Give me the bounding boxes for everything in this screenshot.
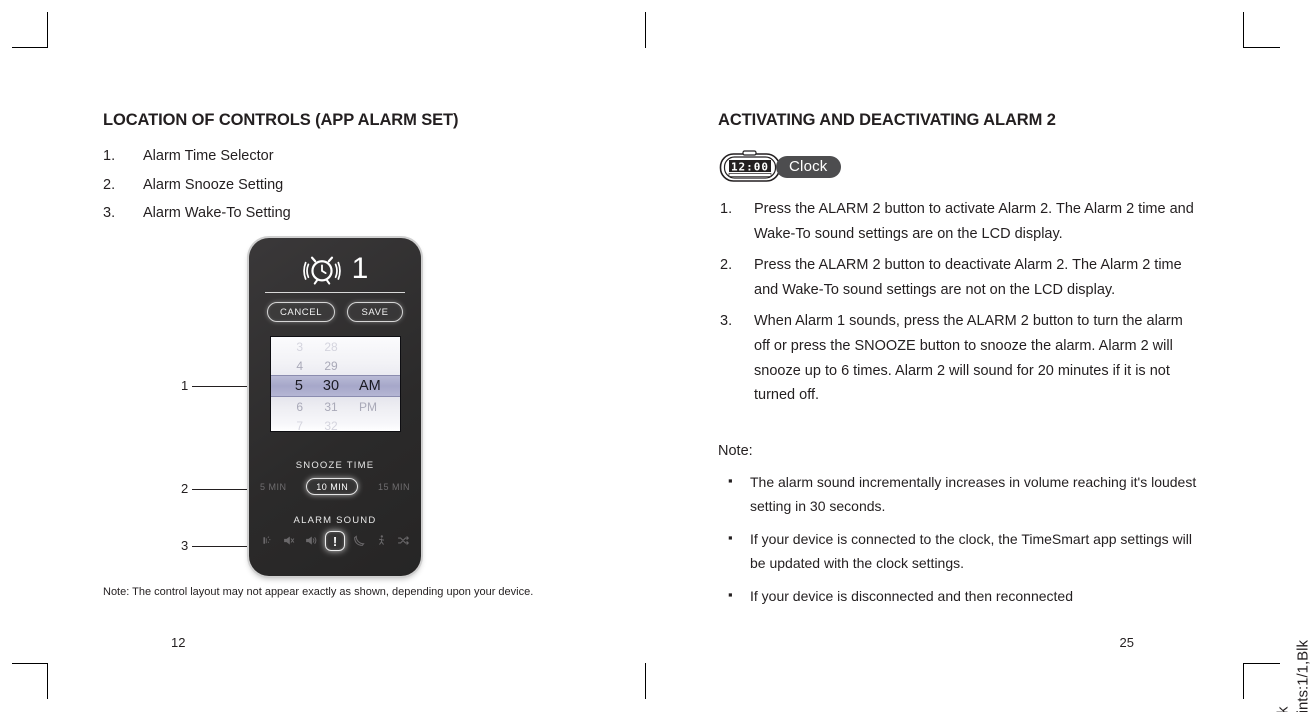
clock-badge-label: Clock bbox=[776, 156, 841, 178]
picker-meridiem: AM bbox=[359, 378, 381, 394]
print-spec-line-1: 897153 TimeSmart Alarm Clock bbox=[1273, 640, 1293, 712]
list-item: 3. When Alarm 1 sounds, press the ALARM … bbox=[718, 309, 1196, 407]
snooze-options: 5 MIN 10 MIN 15 MIN bbox=[249, 478, 421, 495]
snooze-option-10min-selected[interactable]: 10 MIN bbox=[306, 478, 359, 495]
list-item: ▪ If your device is connected to the clo… bbox=[728, 527, 1210, 575]
alarm-sound-options: ! bbox=[249, 531, 421, 551]
cancel-button[interactable]: CANCEL bbox=[266, 302, 336, 322]
alarm-time-picker[interactable]: 3 28 4 29 5 30 AM 6 31 PM 7 32 bbox=[270, 336, 401, 432]
picker-minute: 28 bbox=[324, 339, 338, 354]
callout-1-label: 1 bbox=[181, 378, 189, 393]
list-item-text: When Alarm 1 sounds, press the ALARM 2 b… bbox=[754, 313, 1183, 404]
page-number-left: 12 bbox=[171, 635, 186, 650]
callout-3-label: 3 bbox=[181, 538, 189, 553]
list-item-label: Alarm Wake-To Setting bbox=[143, 205, 291, 221]
crop-mark bbox=[645, 663, 646, 699]
alarm-number: 1 bbox=[351, 252, 369, 285]
bullet-text: If your device is connected to the clock… bbox=[750, 531, 1192, 571]
picker-row[interactable]: 3 28 bbox=[271, 337, 400, 356]
picker-row-selected[interactable]: 5 30 AM bbox=[271, 375, 400, 397]
picker-hour: 5 bbox=[294, 378, 303, 394]
phone-alarm-app-mockup: 1 CANCEL SAVE 3 28 4 29 5 30 AM 6 31 PM … bbox=[249, 238, 421, 576]
crop-mark bbox=[47, 12, 48, 48]
crop-mark bbox=[1243, 663, 1244, 699]
crop-mark bbox=[12, 663, 48, 664]
list-item: 2. Alarm Snooze Setting bbox=[103, 171, 523, 200]
list-item-number: 2. bbox=[720, 257, 733, 274]
buzzer-alert-icon[interactable]: ! bbox=[325, 531, 345, 551]
print-spec-block: 897153 TimeSmart Alarm Clock Size:4"Wx4"… bbox=[1273, 640, 1313, 712]
list-item: 3. Alarm Wake-To Setting bbox=[103, 199, 523, 228]
picker-row[interactable]: 6 31 PM bbox=[271, 397, 400, 416]
list-item: 2. Press the ALARM 2 button to deactivat… bbox=[718, 253, 1196, 302]
list-item: 1. Alarm Time Selector bbox=[103, 142, 523, 171]
page-number-right: 25 bbox=[1119, 635, 1134, 650]
snooze-option-15min[interactable]: 15 MIN bbox=[378, 482, 410, 492]
app-action-buttons: CANCEL SAVE bbox=[249, 302, 421, 322]
crop-mark bbox=[47, 663, 48, 699]
list-item-number: 1. bbox=[720, 201, 733, 217]
crop-mark bbox=[645, 12, 646, 48]
instructions-list: 1. Press the ALARM 2 button to activate … bbox=[718, 197, 1196, 415]
alarm-clock-icon bbox=[302, 256, 341, 285]
bullet-icon: ▪ bbox=[728, 473, 733, 488]
speaker-mute-icon[interactable] bbox=[281, 534, 297, 549]
picker-minute: 31 bbox=[324, 399, 338, 414]
print-spec-line-2: Size:4"Wx4"H Output:100% Prints:1/1,Blk bbox=[1293, 640, 1313, 712]
picker-row[interactable]: 7 32 bbox=[271, 416, 400, 432]
picker-meridiem: PM bbox=[359, 399, 377, 414]
list-item-label: Alarm Snooze Setting bbox=[143, 176, 284, 193]
picker-row[interactable]: 4 29 bbox=[271, 356, 400, 375]
crop-mark bbox=[12, 47, 48, 48]
list-item-text: Press the ALARM 2 button to activate Ala… bbox=[754, 201, 1194, 242]
radio-tower-icon[interactable] bbox=[259, 534, 275, 549]
figure-note: Note: The control layout may not appear … bbox=[103, 586, 534, 598]
picker-minute: 32 bbox=[324, 418, 338, 432]
manual-page-spread: LOCATION OF CONTROLS (APP ALARM SET) 1. … bbox=[0, 0, 1313, 712]
list-item-number: 1. bbox=[103, 148, 116, 164]
picker-hour: 7 bbox=[296, 418, 303, 432]
list-item-number: 3. bbox=[103, 205, 116, 221]
controls-list: 1. Alarm Time Selector 2. Alarm Snooze S… bbox=[103, 142, 523, 228]
bullet-text: The alarm sound incrementally increases … bbox=[750, 474, 1197, 514]
snooze-time-label: SNOOZE TIME bbox=[295, 460, 375, 471]
crop-mark bbox=[1244, 47, 1280, 48]
list-item-label: Alarm Time Selector bbox=[143, 148, 274, 164]
callout-2-label: 2 bbox=[181, 481, 189, 496]
list-item: ▪ The alarm sound incrementally increase… bbox=[728, 470, 1210, 518]
page-title-right: ACTIVATING AND DEACTIVATING ALARM 2 bbox=[718, 111, 1056, 129]
picker-hour: 3 bbox=[296, 339, 303, 354]
shuffle-icon[interactable] bbox=[395, 534, 411, 549]
phone-ring-icon[interactable] bbox=[351, 534, 367, 549]
picker-minute: 30 bbox=[322, 378, 340, 394]
bell-swing-icon[interactable] bbox=[373, 534, 389, 549]
crop-mark bbox=[1243, 12, 1244, 48]
list-item-text: Press the ALARM 2 button to deactivate A… bbox=[754, 257, 1182, 298]
digital-clock-icon: 12:00 bbox=[719, 150, 781, 182]
list-item: ▪ If your device is disconnected and the… bbox=[728, 584, 1210, 608]
picker-hour: 6 bbox=[296, 399, 303, 414]
note-bullet-list: ▪ The alarm sound incrementally increase… bbox=[728, 470, 1210, 617]
clock-badge: 12:00 Clock bbox=[718, 150, 841, 184]
list-item-number: 2. bbox=[103, 176, 116, 193]
bullet-icon: ▪ bbox=[728, 587, 733, 602]
header-divider bbox=[265, 292, 405, 293]
list-item: 1. Press the ALARM 2 button to activate … bbox=[718, 197, 1196, 246]
right-page: ACTIVATING AND DEACTIVATING ALARM 2 12:0… bbox=[718, 0, 1218, 712]
bullet-text: If your device is disconnected and then … bbox=[750, 588, 1073, 604]
page-title-left: LOCATION OF CONTROLS (APP ALARM SET) bbox=[103, 111, 459, 129]
note-heading: Note: bbox=[718, 443, 753, 459]
list-item-number: 3. bbox=[720, 313, 733, 330]
bullet-icon: ▪ bbox=[728, 530, 733, 545]
picker-minute: 29 bbox=[324, 358, 338, 373]
snooze-option-5min[interactable]: 5 MIN bbox=[260, 482, 287, 492]
alarm-sound-label: ALARM SOUND bbox=[293, 515, 377, 526]
save-button[interactable]: SAVE bbox=[347, 302, 404, 322]
app-header: 1 bbox=[249, 246, 421, 292]
speaker-wave-icon[interactable] bbox=[303, 534, 319, 549]
picker-hour: 4 bbox=[296, 358, 303, 373]
svg-text:12:00: 12:00 bbox=[731, 160, 769, 173]
